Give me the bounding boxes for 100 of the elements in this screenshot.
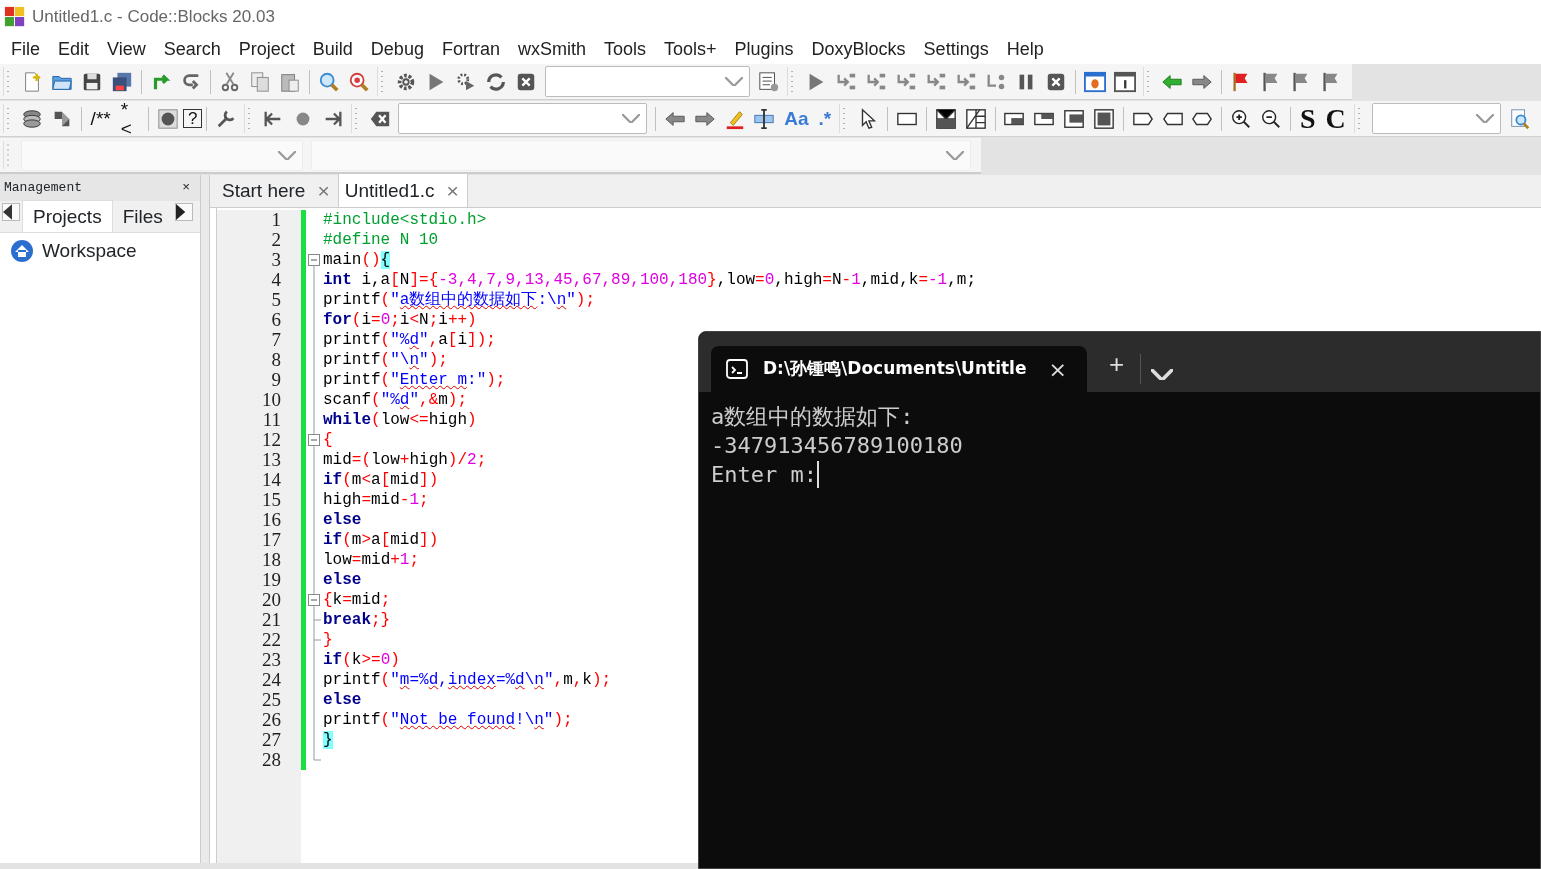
text-cursor-icon[interactable] (753, 107, 776, 130)
grid-icon[interactable] (934, 107, 957, 130)
toolbar-button[interactable]: /** (85, 109, 116, 128)
chevron-down-icon (1476, 114, 1495, 123)
close-button[interactable]: × (182, 178, 190, 198)
code-line: if(m<a[mid]) (323, 470, 439, 490)
line-number: 21 (261, 610, 282, 630)
menu-item[interactable]: DoxyBlocks (804, 35, 917, 63)
fold-toggle-icon[interactable] (306, 430, 323, 450)
close-button[interactable]: × (446, 180, 459, 202)
terminal-output: Enter m: (711, 461, 817, 489)
menu-item[interactable]: Fortran (434, 35, 511, 63)
list-gear-icon[interactable] (758, 70, 780, 93)
fold-toggle-icon[interactable] (306, 590, 323, 610)
menu-item[interactable]: Build (305, 35, 364, 63)
code-line: if(k>=0) (323, 650, 400, 670)
line-number: 24 (261, 670, 282, 690)
scroll-left-button[interactable] (2, 203, 20, 221)
search-icon[interactable] (318, 70, 340, 93)
line-number: 27 (261, 730, 282, 750)
line-number: 7 (270, 330, 282, 350)
menu-item[interactable]: View (100, 35, 157, 63)
menu-item[interactable]: wxSmith (510, 35, 597, 63)
info-window-icon[interactable] (1114, 70, 1136, 93)
bug-window-icon[interactable] (1084, 70, 1106, 93)
search-icon[interactable] (348, 70, 370, 93)
grid-icon[interactable] (964, 107, 987, 130)
toolbar-button[interactable]: *< (115, 99, 145, 138)
terminal-icon (725, 357, 749, 381)
gear-play-icon[interactable] (455, 70, 477, 93)
code-line: mid=(low+high)/2; (323, 450, 487, 470)
box-icon[interactable] (1063, 107, 1086, 130)
home-icon (10, 239, 34, 264)
stack-icon[interactable] (20, 107, 43, 130)
line-number: 15 (261, 490, 282, 510)
chevron-down-icon (278, 150, 296, 160)
menu-item[interactable]: Settings (916, 35, 1000, 63)
toolbar-button[interactable]: Aa (779, 109, 814, 128)
line-number: 3 (270, 250, 282, 270)
menu-item[interactable]: Search (156, 35, 232, 63)
app-logo-icon (4, 6, 26, 28)
code-line: printf("m=%d,index=%d\n",m,k); (323, 670, 612, 690)
editor-tab[interactable]: Start here (222, 176, 306, 205)
scissors-icon[interactable] (219, 70, 241, 93)
menu-item[interactable]: Edit (51, 35, 101, 63)
menu-item[interactable]: Project (231, 35, 306, 63)
code-line: {k=mid; (323, 590, 391, 610)
close-button[interactable]: × (317, 180, 330, 202)
scroll-left-icon (3, 204, 13, 220)
line-number: 2 (270, 230, 282, 250)
line-number: 13 (261, 450, 282, 470)
zoom-in-icon[interactable] (1230, 107, 1253, 130)
document-search-icon[interactable] (1508, 107, 1531, 130)
code-line: } (323, 630, 333, 650)
line-number: 28 (261, 750, 282, 770)
chevron-down-icon (622, 114, 640, 123)
line-number: 6 (270, 310, 282, 330)
panel-tab[interactable]: Projects (22, 199, 113, 232)
menu-item[interactable]: File (4, 35, 51, 63)
tree-item[interactable]: Workspace (42, 237, 137, 266)
close-button[interactable]: × (1048, 352, 1067, 386)
menu-item[interactable]: Plugins (727, 35, 805, 63)
menu-item[interactable]: Tools (596, 35, 657, 63)
menu-item[interactable]: Tools+ (657, 35, 728, 63)
save-all-icon[interactable] (111, 70, 133, 93)
terminal-tab[interactable]: D:\孙锺鸣\Documents\Untitle (763, 356, 1027, 382)
toolbar-button[interactable]: C (1320, 104, 1351, 133)
chevron-down-icon (725, 77, 743, 86)
line-number: 10 (261, 390, 282, 410)
toolbar-button[interactable]: .* (813, 109, 837, 128)
code-line: while(low<=high) (323, 410, 477, 430)
code-line: if(m>a[mid]) (323, 530, 439, 550)
window-title: Untitled1.c - Code::Blocks 20.03 (32, 6, 275, 29)
code-line: low=mid+1; (323, 550, 420, 570)
copy-icon[interactable] (249, 70, 271, 93)
code-line: printf("Enter m:"); (323, 370, 506, 390)
code-line: break;} (323, 610, 391, 630)
terminal-output: -347913456789100180 (711, 432, 963, 460)
toolbar-button[interactable]: S (1295, 104, 1321, 133)
code-line: high=mid-1; (323, 490, 429, 510)
new-tab-button[interactable]: + (1108, 345, 1125, 384)
terminal-output: a数组中的数据如下: (711, 403, 914, 431)
line-number: 5 (270, 290, 282, 310)
chevron-down-icon[interactable] (1151, 369, 1174, 380)
line-number: 4 (270, 270, 282, 290)
menu-item[interactable]: Debug (363, 35, 435, 63)
line-number: 26 (261, 710, 282, 730)
editor-tab[interactable]: Untitled1.c (344, 176, 435, 205)
line-number: 14 (261, 470, 282, 490)
toolbar-button[interactable]: ? (182, 109, 203, 128)
refresh-icon[interactable] (485, 70, 507, 93)
code-line: #define N 10 (323, 230, 439, 250)
line-number: 23 (261, 650, 282, 670)
code-line: int i,a[N]={-3,4,7,9,13,45,67,89,100,180},low=0,high=N-1,mid,k=-1,m; (323, 270, 976, 290)
scroll-right-button[interactable] (174, 203, 193, 221)
menu-item[interactable]: Help (999, 35, 1055, 63)
line-number: 8 (270, 350, 282, 370)
zoom-out-icon[interactable] (1260, 107, 1283, 130)
code-line: else (323, 690, 362, 710)
box-icon[interactable] (1092, 107, 1115, 130)
